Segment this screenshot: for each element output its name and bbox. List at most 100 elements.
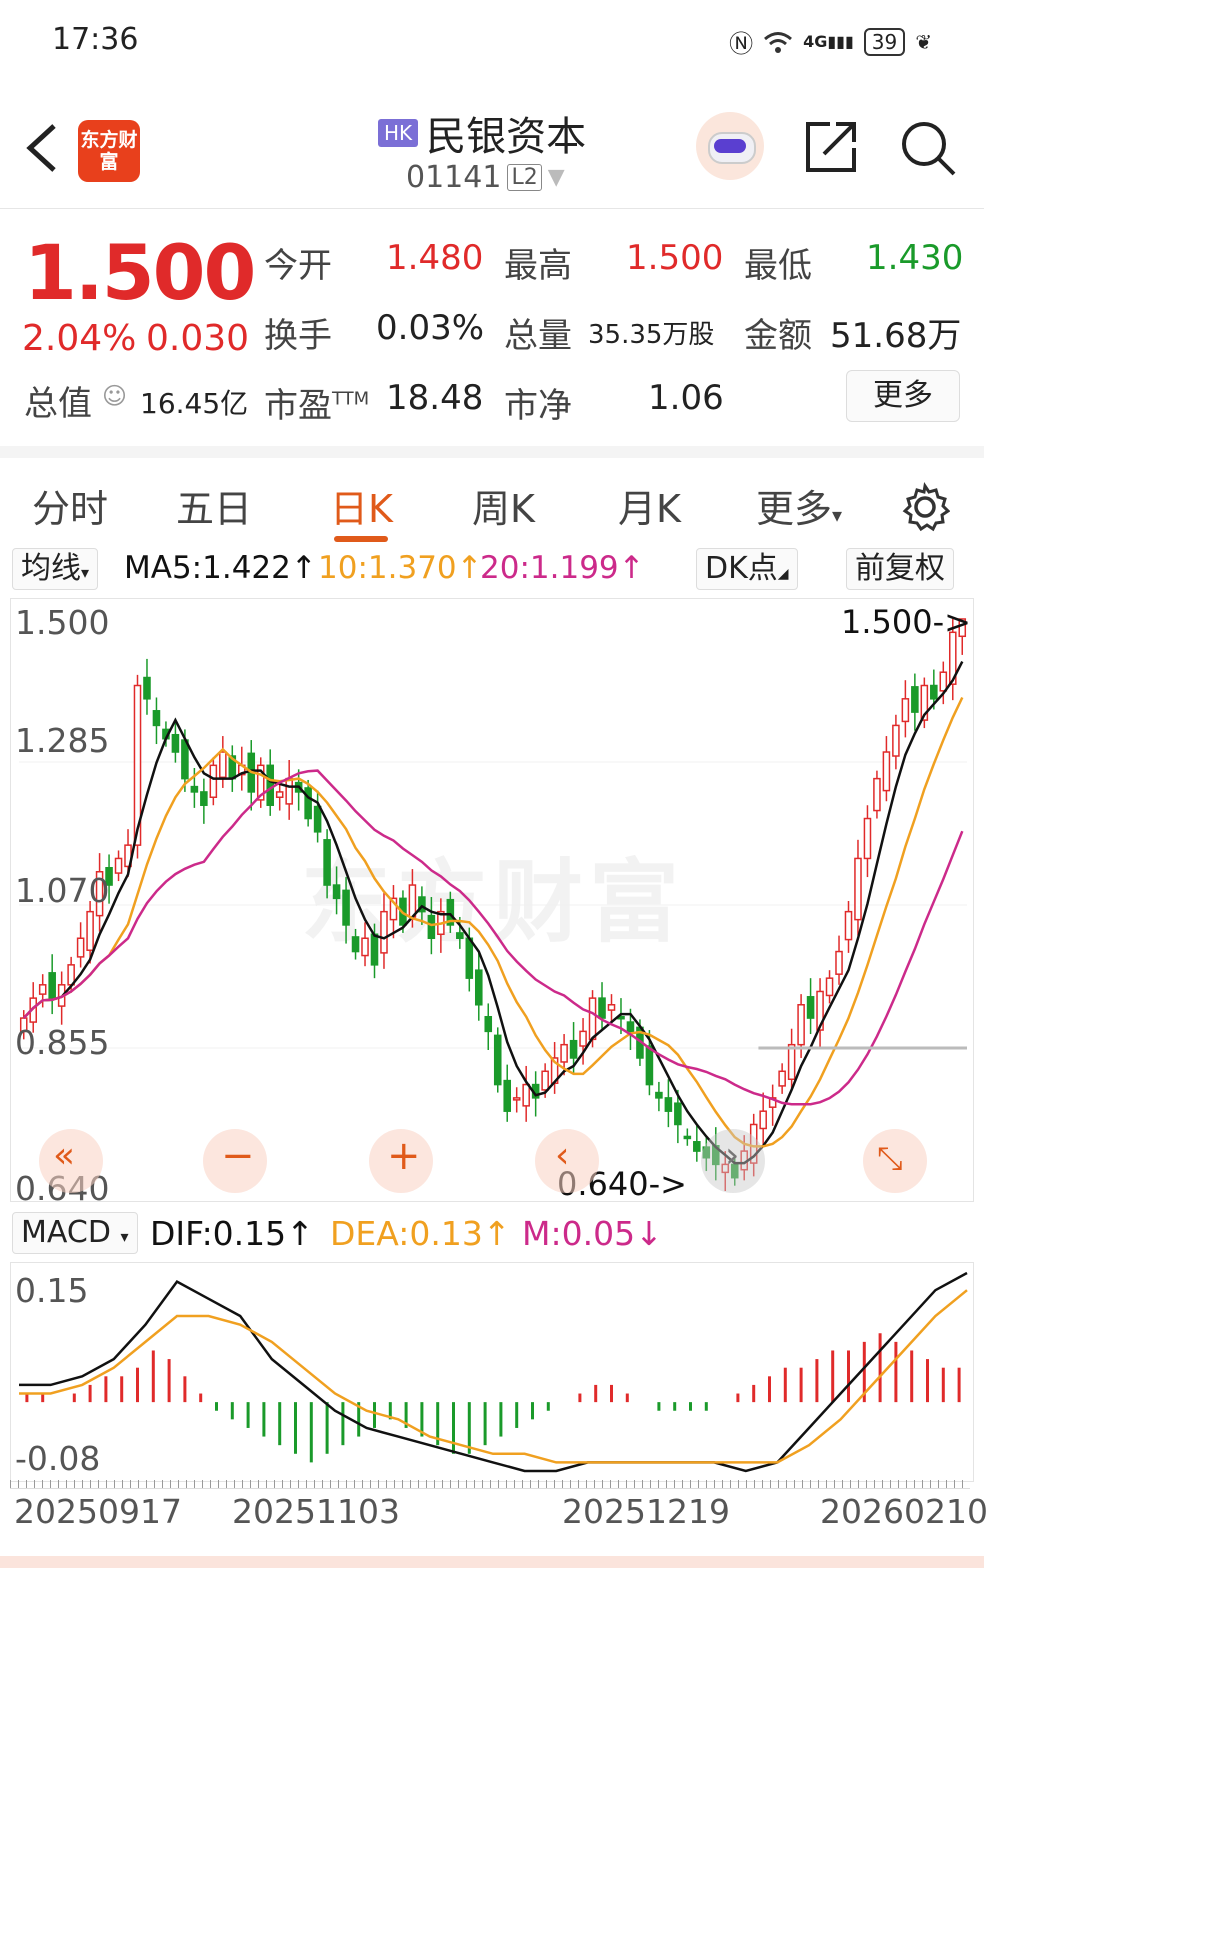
candle-body — [171, 733, 180, 753]
candle-body — [882, 751, 891, 792]
candle-body — [787, 1043, 796, 1081]
corner-triangle-icon: ◢ — [777, 566, 789, 582]
candle-body — [323, 839, 331, 886]
candle-body — [939, 671, 948, 692]
mktcap-value: 16.45亿 — [140, 387, 249, 420]
period-tabs: 分时 五日 日K 周K 月K 更多▾ — [0, 446, 984, 550]
candle-body — [560, 1043, 568, 1063]
pe-label: 市盈TTM — [264, 386, 370, 426]
macd-plot — [19, 1271, 968, 1473]
candle-body — [380, 910, 388, 954]
tab-weekly-k[interactable]: 周K — [472, 478, 535, 533]
candle-body — [209, 764, 218, 799]
candle-body — [522, 1083, 530, 1107]
ma-indicator-bar: 均线▾ MA5:1.422↑ 10:1.370↑ 20:1.199↑ DK点◢ … — [10, 548, 974, 592]
candle-body — [285, 777, 293, 805]
scroll-left-fast-button[interactable]: « — [39, 1129, 103, 1193]
candle-body — [200, 791, 208, 806]
quote-panel: 1.500 2.04% 0.030 总值 ☺ 16.45亿 今开 1.480 最… — [0, 210, 984, 440]
candle-body — [825, 977, 834, 997]
robot-avatar-icon[interactable] — [696, 112, 764, 180]
chevron-left-icon: ‹ — [555, 1135, 570, 1176]
pb-label: 市净 — [504, 386, 572, 426]
zoom-in-button[interactable]: + — [369, 1129, 433, 1193]
brand-logo[interactable]: 东方财富 — [78, 120, 140, 182]
chevron-left-icon[interactable] — [22, 122, 62, 174]
volume-label: 总量 — [504, 316, 572, 356]
candle-body — [48, 972, 56, 999]
candle-body — [512, 1097, 521, 1101]
active-tab-indicator — [334, 536, 388, 542]
candle-body — [901, 698, 910, 723]
y-tick-label: 0.855 — [15, 1023, 110, 1062]
macd-y-tick-label: -0.08 — [15, 1439, 101, 1478]
more-button[interactable]: 更多 — [846, 370, 960, 422]
share-icon[interactable] — [802, 118, 860, 176]
double-chevron-left-icon: « — [53, 1135, 76, 1176]
y-tick-label: 1.500 — [15, 603, 110, 642]
search-icon[interactable] — [898, 118, 958, 178]
kline-plot — [19, 618, 967, 1191]
candle-body — [655, 1091, 663, 1099]
wifi-icon — [764, 31, 793, 53]
candle-body — [930, 684, 938, 700]
kline-chart[interactable]: 东方财富 1.500 1.285 1.070 0.855 0.640 1.500… — [10, 598, 974, 1208]
change-abs: 0.030 — [146, 318, 250, 359]
candle-body — [607, 1004, 616, 1011]
scroll-right-button[interactable]: › — [701, 1129, 765, 1193]
turnover-label: 换手 — [264, 316, 332, 356]
candle-body — [342, 889, 350, 926]
macd-chart[interactable]: 0.15 -0.08 — [10, 1262, 974, 1482]
candle-body — [759, 1110, 767, 1130]
stock-code-row[interactable]: 01141 L2 ▼ — [406, 160, 565, 195]
candle-body — [844, 910, 853, 941]
candle-body — [474, 969, 483, 1006]
max-price-marker: 1.500-> — [841, 603, 971, 641]
volume-value: 35.35万股 — [588, 320, 715, 350]
zoom-out-button[interactable]: − — [203, 1129, 267, 1193]
macd-selector[interactable]: MACD ▾ — [12, 1212, 138, 1254]
tab-monthly-k[interactable]: 月K — [618, 478, 681, 533]
tab-intraday[interactable]: 分时 — [32, 478, 108, 533]
ma-selector[interactable]: 均线▾ — [12, 548, 99, 590]
tab-more[interactable]: 更多▾ — [756, 478, 842, 533]
high-value: 1.500 — [626, 238, 724, 278]
candle-body — [863, 817, 872, 860]
candle-body — [351, 936, 360, 953]
date-label: 20250917 — [14, 1492, 182, 1531]
tab-five-day[interactable]: 五日 — [176, 478, 252, 533]
dea-value: DEA:0.13↑ — [330, 1214, 511, 1253]
open-label: 今开 — [264, 246, 332, 286]
dropdown-triangle-icon: ▼ — [547, 165, 565, 190]
candle-body — [266, 764, 275, 806]
date-label: 20251103 — [232, 1492, 400, 1531]
candle-body — [304, 787, 312, 820]
candle-body — [456, 932, 464, 940]
price-adjust-button[interactable]: 前复权 — [846, 548, 954, 590]
fullscreen-button[interactable]: ⤡ — [863, 1129, 927, 1193]
date-axis: 20250917 20251103 20251219 20260210 — [10, 1480, 988, 1540]
tab-daily-k[interactable]: 日K — [330, 478, 393, 533]
ma10-value: 10:1.370↑ — [318, 550, 483, 586]
candle-body — [275, 791, 284, 799]
candle-body — [674, 1102, 682, 1126]
nfc-icon: Ⓝ — [729, 30, 754, 58]
candle-body — [598, 997, 606, 1019]
m-value: M:0.05↓ — [522, 1214, 663, 1253]
candle-body — [645, 1045, 654, 1086]
plus-icon: + — [387, 1133, 421, 1179]
candle-body — [493, 1034, 502, 1086]
mktcap-label: 总值 — [24, 384, 92, 424]
minus-icon: − — [221, 1133, 255, 1179]
leaf-icon: ❦ — [915, 29, 932, 54]
candle-body — [484, 1015, 493, 1033]
pe-value: 18.48 — [386, 378, 484, 418]
candle-body — [190, 785, 199, 793]
dea-line — [19, 1289, 968, 1464]
info-circle-icon[interactable]: ☺ — [102, 382, 127, 410]
candle-body — [152, 710, 161, 727]
dk-point-button[interactable]: DK点◢ — [696, 548, 798, 590]
scroll-left-button[interactable]: ‹ — [535, 1129, 599, 1193]
ma10-line — [22, 696, 964, 1148]
gear-icon[interactable] — [900, 482, 950, 532]
